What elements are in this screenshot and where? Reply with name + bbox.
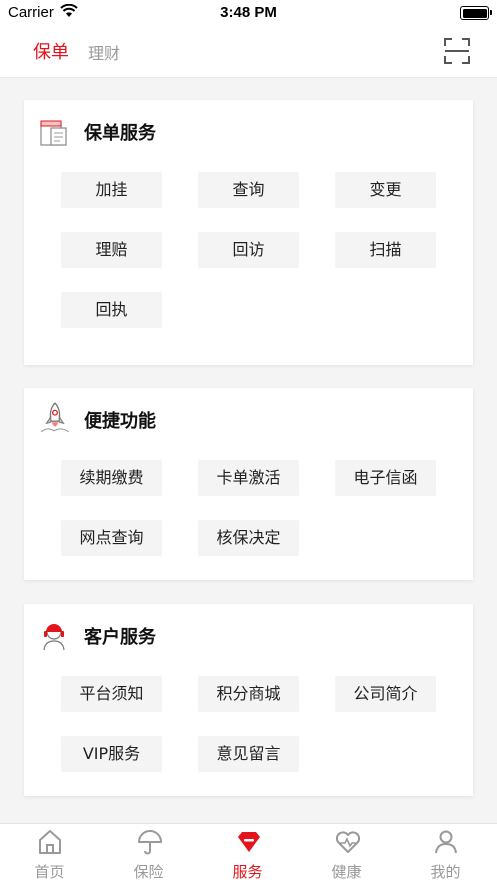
customer-service-agent-icon — [43, 624, 65, 651]
tab-label: 首页 — [34, 863, 65, 881]
company-intro-button[interactable]: 公司简介 — [335, 676, 436, 712]
platform-notice-button[interactable]: 平台须知 — [61, 676, 162, 712]
profile-icon — [435, 830, 457, 854]
receipt-button[interactable]: 回执 — [61, 292, 162, 328]
home-icon — [39, 830, 61, 854]
policy-service-card: 保单服务 加挂 查询 变更 理赔 回访 扫描 回执 — [24, 100, 473, 365]
e-letter-button[interactable]: 电子信函 — [335, 460, 436, 496]
umbrella-icon — [138, 830, 162, 855]
rocket-icon — [40, 402, 70, 433]
service-icon — [238, 832, 260, 852]
card-activation-button[interactable]: 卡单激活 — [198, 460, 299, 496]
tab-finance[interactable]: 理财 — [88, 40, 120, 64]
card-title: 保单服务 — [84, 123, 156, 144]
card-title: 客户服务 — [84, 627, 156, 648]
scan-icon[interactable] — [444, 38, 470, 64]
points-mall-button[interactable]: 积分商城 — [198, 676, 299, 712]
change-button[interactable]: 变更 — [335, 172, 436, 208]
battery-icon — [460, 6, 492, 20]
tab-policy[interactable]: 保单 — [33, 38, 69, 64]
callback-button[interactable]: 回访 — [198, 232, 299, 268]
policy-doc-icon — [40, 120, 67, 146]
tab-home[interactable]: 首页 — [0, 824, 99, 884]
scan-button[interactable]: 扫描 — [335, 232, 436, 268]
tab-label: 保险 — [133, 863, 164, 881]
add-rider-button[interactable]: 加挂 — [61, 172, 162, 208]
tab-mine[interactable]: 我的 — [396, 824, 495, 884]
tab-health[interactable]: 健康 — [297, 824, 396, 884]
tab-service[interactable]: 服务 — [198, 824, 297, 884]
customer-service-card: 客户服务 平台须知 积分商城 公司简介 VIP服务 意见留言 — [24, 604, 473, 796]
bottom-tab-bar: 首页 保险 服务 健康 我的 — [0, 823, 497, 884]
branch-query-button[interactable]: 网点查询 — [61, 520, 162, 556]
clock: 3:48 PM — [220, 4, 277, 21]
tab-label: 服务 — [232, 863, 263, 881]
query-button[interactable]: 查询 — [198, 172, 299, 208]
tab-insurance[interactable]: 保险 — [99, 824, 198, 884]
underwriting-decision-button[interactable]: 核保决定 — [198, 520, 299, 556]
top-nav: 保单 理财 — [0, 26, 497, 78]
quick-functions-card: 便捷功能 续期缴费 卡单激活 电子信函 网点查询 核保决定 — [24, 388, 473, 580]
feedback-button[interactable]: 意见留言 — [198, 736, 299, 772]
heart-pulse-icon — [335, 831, 361, 853]
card-title: 便捷功能 — [84, 411, 156, 432]
claim-button[interactable]: 理赔 — [61, 232, 162, 268]
status-bar: Carrier 3:48 PM — [0, 0, 497, 26]
renewal-payment-button[interactable]: 续期缴费 — [61, 460, 162, 496]
tab-label: 健康 — [331, 863, 362, 881]
tab-label: 我的 — [430, 863, 461, 881]
vip-service-button[interactable]: VIP服务 — [61, 736, 162, 772]
